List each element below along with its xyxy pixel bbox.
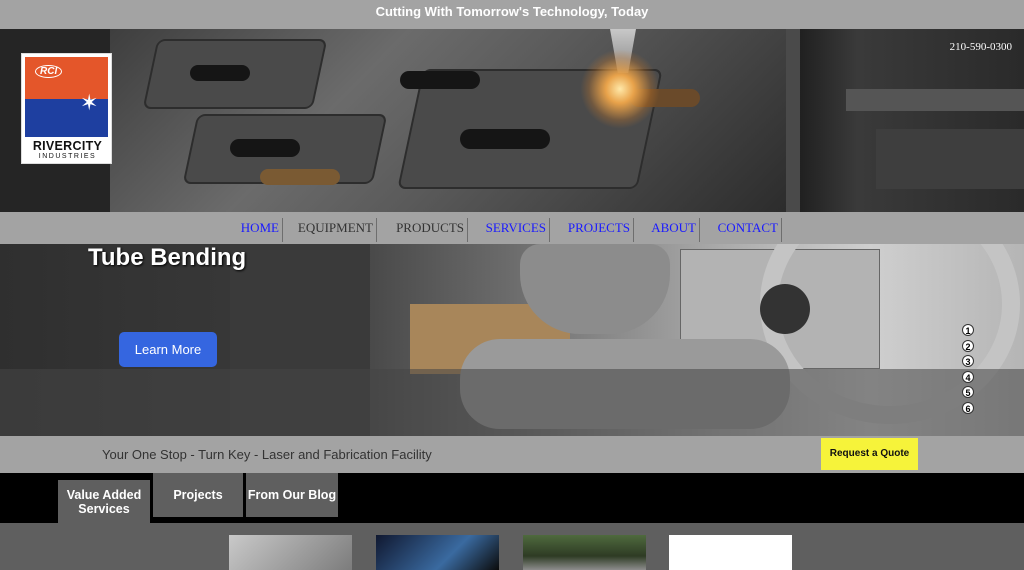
slide-dot-4[interactable]: 4 [962, 370, 974, 383]
machine-body [876, 129, 1024, 189]
request-quote-button[interactable]: Request a Quote [821, 438, 918, 470]
site-header: 210-590-0300 RCI ✶ RIVERCITY INDUSTRIES [0, 29, 1024, 212]
top-slogan-bar: Cutting With Tomorrow's Technology, Toda… [0, 0, 1024, 29]
tab-from-our-blog[interactable]: From Our Blog [246, 473, 338, 517]
cut-slot [260, 169, 340, 185]
thumbnail-image[interactable] [229, 535, 352, 570]
cut-slot [230, 139, 300, 157]
spark-star-icon: ✶ [80, 90, 99, 115]
tab-projects[interactable]: Projects [153, 473, 243, 517]
learn-more-button[interactable]: Learn More [119, 332, 217, 367]
thumbnail-image[interactable] [523, 535, 646, 570]
nav-about[interactable]: ABOUT [650, 218, 700, 242]
slide-dot-2[interactable]: 2 [962, 339, 974, 352]
nav-projects[interactable]: PROJECTS [566, 218, 634, 242]
tagline-text: Your One Stop - Turn Key - Laser and Fab… [102, 447, 432, 462]
slide-dot-5[interactable]: 5 [962, 386, 974, 398]
tab-value-added-services[interactable]: Value Added Services [58, 480, 150, 523]
machine-column [786, 29, 800, 212]
slide-dot-3[interactable]: 3 [962, 355, 974, 367]
slide-dot-1[interactable]: 1 [962, 324, 974, 336]
thumbnail-image[interactable] [669, 535, 792, 570]
logo-mark: RCI [35, 65, 63, 78]
machine-rail [846, 89, 1024, 111]
laser-cutting-photo [110, 29, 786, 212]
cut-slot [190, 65, 250, 81]
thumbnail-image[interactable] [376, 535, 499, 570]
slogan-text: Cutting With Tomorrow's Technology, Toda… [375, 4, 649, 19]
cut-slot [460, 129, 550, 149]
machine-photo [786, 29, 1024, 212]
rivercity-logo[interactable]: RCI ✶ RIVERCITY INDUSTRIES [21, 53, 112, 164]
cut-slot [400, 71, 480, 89]
nav-contact[interactable]: CONTACT [716, 218, 782, 242]
laser-spark [580, 49, 660, 129]
nav-services[interactable]: SERVICES [484, 218, 550, 242]
hero-slider: Tube Bending Learn More 1 2 3 4 5 6 [0, 244, 1024, 436]
hero-title: Tube Bending [88, 244, 247, 271]
nav-equipment[interactable]: EQUIPMENT [296, 218, 377, 242]
roller-die [520, 244, 670, 334]
nav-products[interactable]: PRODUCTS [392, 218, 468, 242]
hero-dark-overlay [0, 369, 1024, 436]
die-bolt [760, 284, 810, 334]
slide-dot-6[interactable]: 6 [962, 401, 974, 414]
content-tabs: Value Added Services Projects From Our B… [0, 473, 1024, 523]
nav-home[interactable]: HOME [238, 218, 283, 242]
main-navigation: HOME EQUIPMENT PRODUCTS SERVICES PROJECT… [0, 212, 1024, 244]
logo-name: RIVERCITY [32, 139, 103, 153]
tagline-bar: Your One Stop - Turn Key - Laser and Fab… [0, 436, 1024, 473]
thumbnail-row [0, 523, 1024, 570]
phone-number[interactable]: 210-590-0300 [950, 41, 1012, 53]
logo-subtitle: INDUSTRIES [38, 153, 97, 160]
slide-pagination: 1 2 3 4 5 6 [962, 324, 974, 417]
